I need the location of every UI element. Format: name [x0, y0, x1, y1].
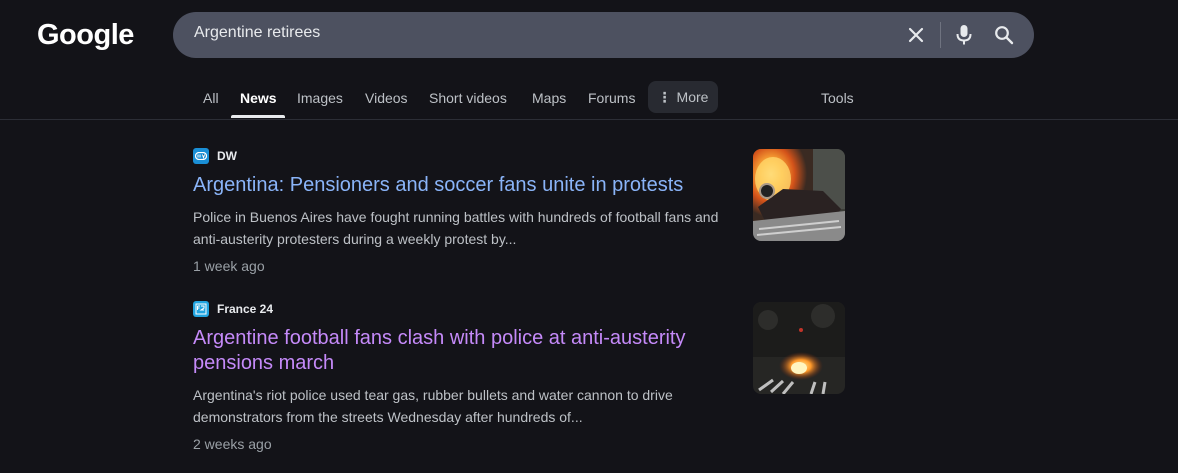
source-name: DW [217, 149, 237, 163]
more-button[interactable]: ⋮ More [648, 81, 718, 113]
dw-favicon-icon [193, 148, 209, 164]
tab-news[interactable]: News [240, 90, 277, 106]
tab-images[interactable]: Images [297, 90, 343, 106]
street-fire-thumbnail[interactable] [753, 302, 845, 394]
active-tab-indicator [231, 115, 285, 118]
more-vert-icon: ⋮ [657, 88, 672, 105]
result-snippet: Police in Buenos Aires have fought runni… [193, 209, 719, 247]
result-title-link[interactable]: Argentina: Pensioners and soccer fans un… [193, 173, 733, 198]
header: Google Argentine retirees All News Image… [0, 0, 1178, 120]
search-box[interactable]: Argentine retirees [173, 12, 1034, 58]
search-input[interactable]: Argentine retirees [194, 24, 320, 42]
google-logo[interactable]: Google [37, 19, 134, 52]
search-divider [940, 22, 941, 48]
result-title-link[interactable]: Argentine football fans clash with polic… [193, 326, 733, 376]
source-name: France 24 [217, 302, 274, 316]
result-age: 2 weeks ago [193, 436, 272, 452]
tab-maps[interactable]: Maps [532, 90, 566, 106]
tab-forums[interactable]: Forums [588, 90, 635, 106]
result-snippet: Argentina's riot police used tear gas, r… [193, 387, 673, 425]
tab-videos[interactable]: Videos [365, 90, 408, 106]
more-label: More [676, 89, 709, 105]
search-icon[interactable] [992, 23, 1016, 47]
header-divider [0, 119, 1178, 120]
mic-icon[interactable] [952, 23, 976, 47]
burning-car-thumbnail[interactable] [753, 149, 845, 241]
result-age: 1 week ago [193, 258, 265, 274]
france24-favicon-icon [193, 301, 209, 317]
tab-all[interactable]: All [203, 90, 219, 106]
clear-icon[interactable] [904, 23, 928, 47]
tools-button[interactable]: Tools [821, 90, 854, 106]
search-tabs: All News Images Videos Short videos Maps… [0, 80, 1178, 120]
tab-short-videos[interactable]: Short videos [429, 90, 507, 106]
